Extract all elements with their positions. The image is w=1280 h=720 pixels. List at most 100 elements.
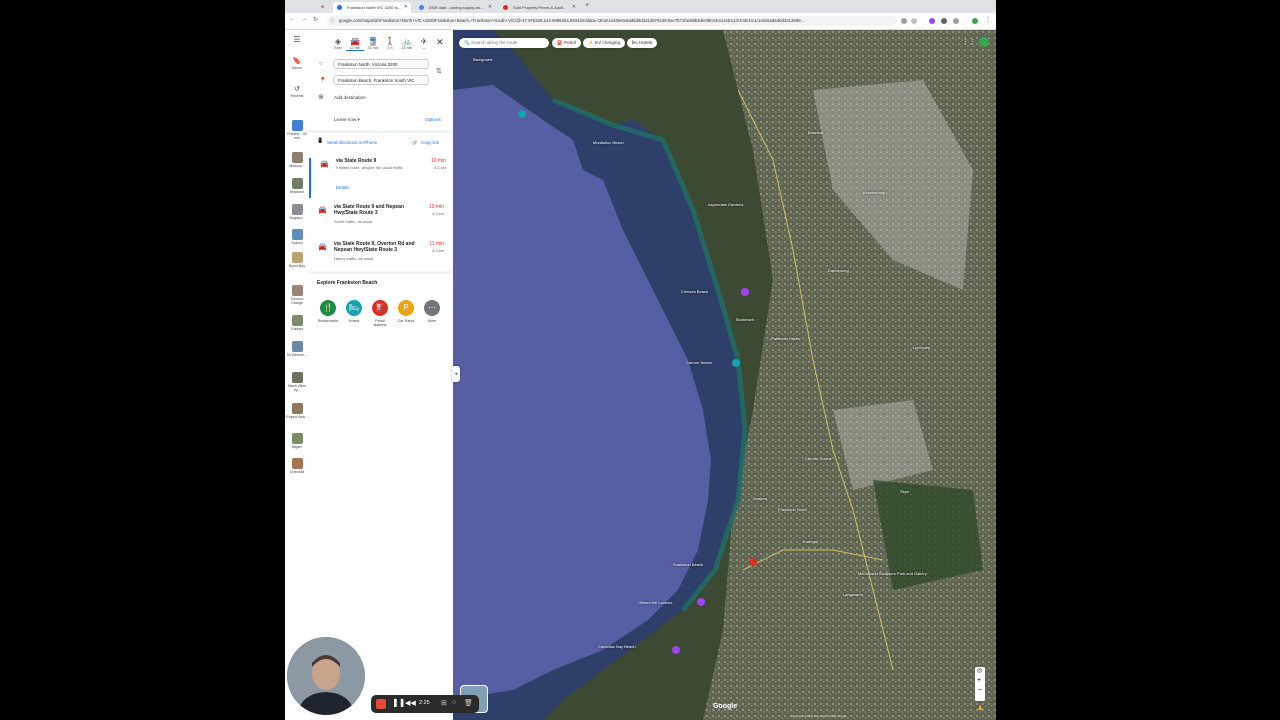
browser-menu-icon[interactable]: ⋮ (985, 16, 991, 23)
back-icon[interactable]: ← (289, 16, 295, 22)
swap-icon[interactable]: ⇅ (436, 67, 442, 75)
map-label: Karingal (803, 539, 818, 544)
chip-hotels[interactable]: 🛏 Hotels (627, 38, 658, 48)
collapse-panel-handle[interactable]: ◂ (452, 366, 460, 382)
send-directions-link[interactable]: Send directions to iPhone (327, 140, 377, 145)
explore-restaurants[interactable]: 🍴 Restaurants (317, 300, 339, 323)
mode-label: 1 h (387, 46, 393, 50)
delete-icon[interactable]: 🗑 (464, 699, 473, 707)
rail-recent-place[interactable]: Chirchilla (285, 458, 309, 474)
mode-best[interactable]: ◈ Best (329, 37, 347, 50)
tab-dsr[interactable]: DSR data - zoning supply an... ✕ (415, 2, 495, 13)
account-avatar[interactable] (979, 37, 989, 47)
url-text: google.com/maps/dir/Frankston+North+VIC+… (339, 18, 805, 23)
forward-icon[interactable]: → (301, 16, 307, 22)
add-destination-icon[interactable]: ⊕ (318, 93, 324, 101)
tab-label: Frankston North VIC 3200 to... (347, 5, 402, 10)
route-option[interactable]: 🚘 via State Route 9 10 min 4.2 km Fastes… (309, 158, 454, 198)
map-label: Seaford (753, 496, 768, 501)
explore-hotels[interactable]: 🛏 Hotels (343, 300, 365, 323)
zoom-out-icon[interactable]: − (978, 687, 982, 694)
rail-recent-place[interactable]: Aligarh (285, 433, 309, 449)
route-traffic-note: Some traffic, as usual (334, 219, 373, 224)
add-destination[interactable]: Add destination (334, 95, 366, 100)
route-option[interactable]: 🚘 via State Route 9, Overton Rd and Nepe… (309, 241, 452, 283)
options-link[interactable]: Options (425, 117, 441, 122)
rail-recent-place[interactable]: Byron Bay (285, 252, 309, 268)
profile-avatar-icon[interactable] (972, 18, 978, 24)
divider (309, 130, 452, 133)
leave-now-dropdown[interactable]: Leave now ▾ (334, 117, 360, 123)
zoom-in-icon[interactable]: + (977, 677, 981, 684)
mode-transit[interactable]: 🚆 31 min (364, 37, 382, 50)
rail-recent-place[interactable]: Empire Awa... (285, 403, 309, 419)
rail-recent-place[interactable]: Mash Villas by... (285, 372, 309, 392)
bookmark-star-icon[interactable] (911, 18, 917, 24)
extension-icon[interactable] (953, 18, 959, 24)
place-marker[interactable] (672, 646, 680, 654)
close-directions-icon[interactable]: ✕ (436, 37, 444, 48)
destination-marker[interactable] (749, 558, 757, 566)
pegman-icon[interactable]: ♟ (977, 704, 983, 712)
extension-icon[interactable] (901, 18, 907, 24)
close-tab-icon[interactable]: ✕ (572, 2, 576, 13)
rewind-icon[interactable]: ◀◀ (405, 699, 416, 707)
rail-recent-frankston[interactable]: Frankst... 43 min (285, 120, 309, 140)
rail-recent-place[interactable]: Gunnya (285, 315, 309, 331)
site-info-icon[interactable]: ⓘ (330, 16, 334, 26)
origin-input[interactable]: Frankston North, Victoria 3200 (333, 59, 429, 69)
rail-recent-place[interactable]: Melbour... (285, 152, 309, 168)
rail-recent-place[interactable]: Brisbane (285, 178, 309, 194)
satellite-map[interactable]: 🔍 Search along the route ⛽ Petrol ⚡ EV c… (453, 30, 996, 720)
route-option[interactable]: 🚘 via State Route 9 and Nepean Hwy/State… (309, 204, 452, 246)
rail-saved[interactable]: 🔖 Saved (285, 58, 309, 70)
place-marker[interactable] (518, 110, 526, 118)
rail-recent-place[interactable]: Sydney (285, 229, 309, 245)
stop-recording-icon[interactable] (376, 699, 386, 709)
close-tab-icon[interactable]: ✕ (404, 2, 408, 13)
apps-grid-icon[interactable]: ⋮⋮ (962, 38, 976, 46)
extension-icon[interactable] (929, 18, 935, 24)
place-thumbnail (291, 433, 303, 444)
reload-icon[interactable]: ↻ (313, 16, 318, 23)
rail-label: Tobacco Grange (290, 297, 304, 305)
rail-label: Chirchilla (289, 470, 305, 474)
draw-icon[interactable]: ⊞ (441, 699, 447, 707)
window-controls[interactable]: ● (321, 4, 324, 10)
rail-recent-place[interactable]: Tobacco Grange (285, 285, 309, 305)
chip-ev-charging[interactable]: ⚡ EV charging (583, 38, 626, 48)
search-along-route[interactable]: 🔍 Search along the route (459, 38, 549, 48)
copy-link[interactable]: Copy link (421, 140, 439, 145)
chip-petrol[interactable]: ⛽ Petrol (552, 38, 582, 48)
map-label: Mordialloc Beach (593, 140, 624, 145)
mode-walking[interactable]: 🚶 1 h (381, 37, 399, 50)
pause-icon[interactable]: ❚❚ (392, 698, 405, 707)
map-imagery[interactable] (453, 30, 996, 720)
hotel-icon: 🛏 (346, 300, 362, 316)
explore-more[interactable]: ⋯ More (421, 300, 443, 323)
menu-icon[interactable]: ☰ (285, 36, 309, 44)
extension-icon[interactable] (941, 18, 947, 24)
rail-recents[interactable]: ↺ Recents (285, 86, 309, 98)
settings-icon[interactable]: ○ (452, 699, 456, 706)
url-field[interactable]: ⓘ google.com/maps/dir/Frankston+North+VI… (327, 16, 897, 26)
rail-recent-place[interactable]: 54 Welcom... (285, 341, 309, 357)
search-placeholder: Search along the route (471, 40, 518, 45)
place-marker[interactable] (697, 598, 705, 606)
explore-petrol[interactable]: ⛽ Petrol stations (369, 300, 391, 327)
tab-sold-prices[interactable]: Sold Property Prices & Aucti... ✕ (499, 2, 579, 13)
new-tab-icon[interactable]: + (585, 2, 589, 9)
explore-car-parks[interactable]: P Car Parks (395, 300, 417, 323)
mode-driving[interactable]: 🚘 10 min (346, 37, 364, 51)
tab-maps[interactable]: Frankston North VIC 3200 to... ✕ (333, 2, 411, 13)
place-marker[interactable] (741, 288, 749, 296)
mode-cycling[interactable]: 🚲 15 min (398, 37, 416, 50)
destination-input[interactable]: Frankston Beach, Frankston South VIC (333, 75, 429, 85)
mode-flights[interactable]: ✈ — (415, 37, 433, 50)
rail-recent-place[interactable]: Singapo... (285, 204, 309, 220)
my-location-icon[interactable]: ◎ (977, 667, 982, 674)
place-marker[interactable] (732, 359, 740, 367)
close-tab-icon[interactable]: ✕ (488, 2, 492, 13)
link-icon: 🔗 (412, 140, 418, 145)
route-details-link[interactable]: Details (336, 185, 349, 190)
